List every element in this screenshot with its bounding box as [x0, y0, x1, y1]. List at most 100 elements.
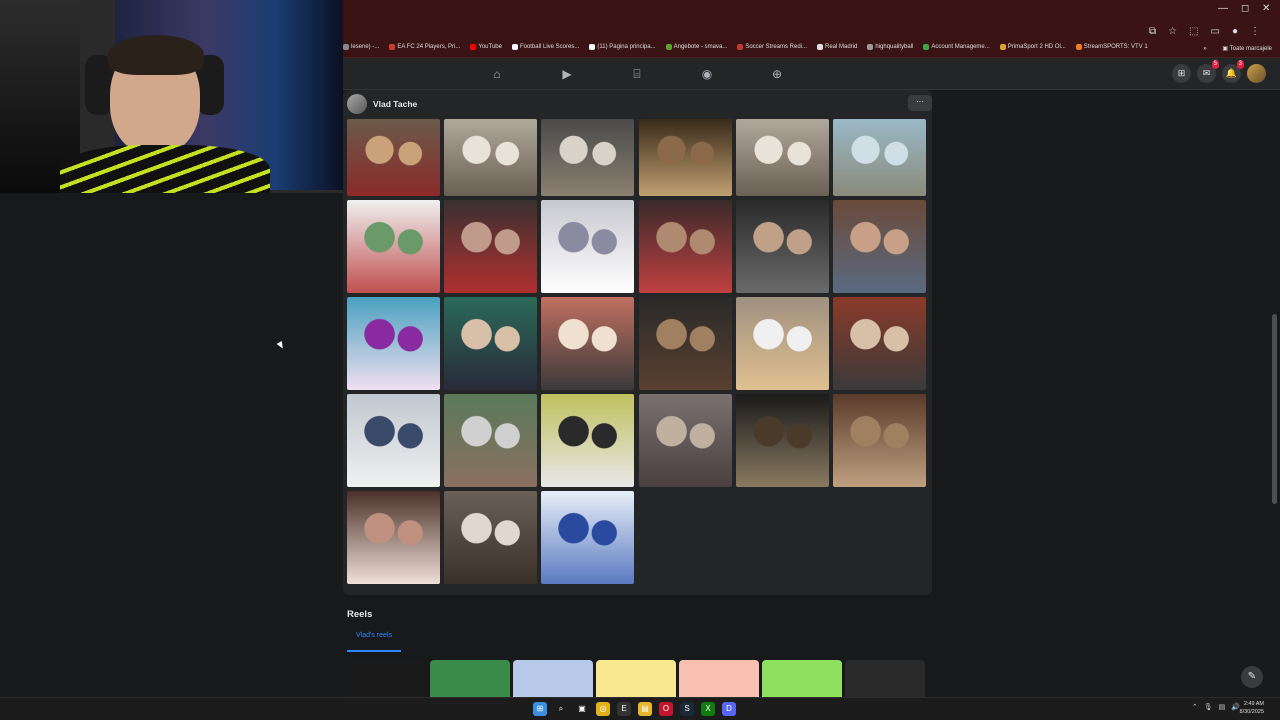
- minimize-icon[interactable]: —: [1218, 3, 1228, 14]
- photo-thumbnail[interactable]: [735, 200, 829, 293]
- bookmark-label: Football Live Scores...: [519, 44, 580, 50]
- chrome-icon[interactable]: ◎: [596, 702, 610, 716]
- bookmark-7[interactable]: Real Madrid: [817, 44, 857, 50]
- xbox-icon[interactable]: X: [701, 702, 715, 716]
- home-icon[interactable]: ⌂: [490, 67, 504, 81]
- bookmark-6[interactable]: Soccer Streams Redi...: [737, 44, 807, 50]
- bookmark-0[interactable]: lesene) -...: [343, 44, 379, 50]
- page-scrollbar[interactable]: [1272, 314, 1277, 504]
- photo-thumbnail[interactable]: [347, 394, 440, 487]
- profile-avatar[interactable]: [347, 94, 367, 114]
- extensions-icon[interactable]: ⬚: [1189, 26, 1198, 37]
- groups-icon[interactable]: ◉: [700, 67, 714, 81]
- reel-thumbnail[interactable]: [762, 660, 842, 698]
- photo-thumbnail[interactable]: [444, 491, 538, 584]
- photo-thumbnail[interactable]: [541, 491, 635, 584]
- photo-thumbnail[interactable]: [638, 394, 732, 487]
- photo-thumbnail[interactable]: [541, 297, 635, 390]
- photo-thumbnail[interactable]: [833, 394, 926, 487]
- microphone-icon[interactable]: 🎙: [1204, 703, 1213, 711]
- bookmark-label: PrimaSport 2 HD Ol...: [1007, 44, 1066, 50]
- bookmark-label: Angebote - smava...: [673, 44, 728, 50]
- photo-thumbnail[interactable]: [541, 200, 635, 293]
- bookmark-label: Soccer Streams Redi...: [745, 44, 807, 50]
- reel-thumbnail[interactable]: [679, 660, 759, 698]
- bookmark-favicon-icon: [923, 44, 930, 50]
- bookmark-9[interactable]: Account Manageme...: [923, 44, 990, 50]
- new-message-icon[interactable]: ✎: [1241, 666, 1263, 688]
- profile-name[interactable]: Vlad Tache: [373, 99, 417, 109]
- maximize-icon[interactable]: ◻: [1241, 3, 1249, 14]
- close-icon[interactable]: ✕: [1262, 3, 1270, 14]
- steam-icon[interactable]: S: [680, 702, 694, 716]
- bookmarks-more-chevron[interactable]: »: [1203, 46, 1206, 52]
- video-icon[interactable]: ▶: [560, 67, 574, 81]
- photo-thumbnail[interactable]: [444, 200, 538, 293]
- marketplace-icon[interactable]: ⌸: [630, 67, 644, 81]
- more-options-button[interactable]: ···: [908, 95, 932, 111]
- bookmark-favicon-icon: [1075, 44, 1082, 50]
- task-view-icon[interactable]: ▣: [575, 702, 589, 716]
- photo-thumbnail[interactable]: [444, 297, 538, 390]
- photo-thumbnail[interactable]: [444, 394, 538, 487]
- photo-thumbnail[interactable]: [735, 119, 829, 196]
- reel-thumbnail[interactable]: [430, 660, 510, 698]
- bookmark-favicon-icon: [343, 44, 349, 50]
- bookmark-1[interactable]: EA FC 24 Players, Pri...: [389, 44, 460, 50]
- discord-icon[interactable]: D: [722, 702, 736, 716]
- mouse-cursor-icon: [276, 340, 286, 351]
- tray-chevron-icon[interactable]: ⌃: [1192, 703, 1198, 711]
- photo-thumbnail[interactable]: [638, 297, 732, 390]
- photo-thumbnail[interactable]: [347, 297, 440, 390]
- bookmark-10[interactable]: PrimaSport 2 HD Ol...: [999, 44, 1066, 50]
- photo-thumbnail[interactable]: [735, 394, 829, 487]
- browser-menu-icon[interactable]: ⋮: [1250, 26, 1260, 37]
- photo-thumbnail[interactable]: [347, 491, 440, 584]
- opera-gx-icon[interactable]: O: [659, 702, 673, 716]
- windows-start-icon[interactable]: ⊞: [533, 702, 547, 716]
- side-panel-icon[interactable]: ▭: [1211, 26, 1220, 37]
- gaming-icon[interactable]: ⊕: [770, 67, 784, 81]
- file-explorer-icon[interactable]: ▤: [638, 702, 652, 716]
- photo-thumbnail[interactable]: [735, 297, 829, 390]
- bookmark-favicon-icon: [737, 44, 744, 50]
- reel-thumbnail[interactable]: [845, 660, 925, 698]
- reel-thumbnail[interactable]: [513, 660, 593, 698]
- photo-thumbnail[interactable]: [833, 119, 926, 196]
- photo-thumbnail[interactable]: [347, 119, 440, 196]
- photo-thumbnail[interactable]: [444, 119, 538, 196]
- bookmark-label: highqualityball: [875, 44, 914, 50]
- reel-thumbnail[interactable]: [347, 660, 427, 698]
- notifications-icon[interactable]: 🔔 3: [1222, 60, 1244, 83]
- bookmark-8[interactable]: highqualityball: [867, 44, 913, 50]
- photo-thumbnail[interactable]: [638, 119, 732, 196]
- photo-thumbnail[interactable]: [638, 200, 732, 293]
- clock-time: 2:49 AM: [1243, 701, 1264, 707]
- install-app-icon[interactable]: ⧉: [1149, 26, 1156, 37]
- photo-thumbnail[interactable]: [833, 200, 926, 293]
- bookmark-11[interactable]: StreamSPORTS: VTV 1: [1075, 44, 1148, 50]
- reel-thumbnail[interactable]: [596, 660, 676, 698]
- all-bookmarks-button[interactable]: » ▣ Toate marcajele: [1203, 45, 1272, 52]
- photo-thumbnail[interactable]: [541, 394, 635, 487]
- all-bookmarks-label: Toate marcajele: [1229, 46, 1272, 52]
- tab-vlads-reels[interactable]: Vlad's reels: [347, 632, 401, 652]
- menu-grid-icon[interactable]: ⊞: [1172, 64, 1191, 83]
- profile-icon[interactable]: ●: [1232, 26, 1238, 37]
- bookmark-3[interactable]: Football Live Scores...: [511, 44, 580, 50]
- photo-thumbnail[interactable]: [833, 297, 926, 390]
- bookmark-4[interactable]: (11) Pagina principa...: [589, 44, 656, 50]
- photo-thumbnail[interactable]: [347, 200, 440, 293]
- messenger-icon[interactable]: ✉ 5: [1197, 60, 1219, 83]
- bookmark-2[interactable]: YouTube: [470, 44, 502, 50]
- epic-games-icon[interactable]: E: [617, 702, 631, 716]
- network-icon[interactable]: ▤: [1219, 703, 1226, 711]
- photo-thumbnail[interactable]: [541, 119, 635, 196]
- account-avatar[interactable]: [1247, 64, 1266, 83]
- profile-header[interactable]: Vlad Tache: [347, 94, 417, 114]
- bookmark-5[interactable]: Angebote - smava...: [665, 44, 728, 50]
- webcam-overlay: [0, 0, 343, 193]
- bookmark-star-icon[interactable]: ☆: [1168, 26, 1177, 37]
- taskbar-clock[interactable]: 2:49 AM 8/30/2025: [1240, 700, 1264, 716]
- search-icon[interactable]: ⌕: [554, 702, 568, 716]
